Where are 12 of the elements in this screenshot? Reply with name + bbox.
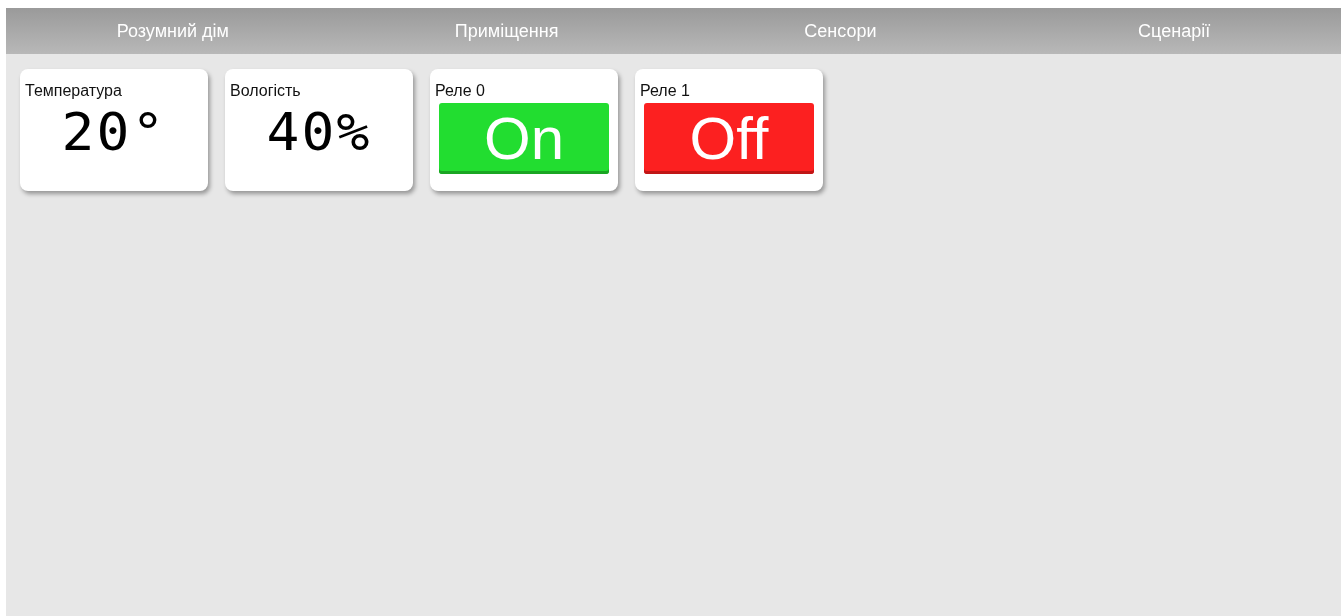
nav-link[interactable]: Сенсори <box>673 8 1008 54</box>
widget-title: Реле 0 <box>435 81 485 101</box>
sensor-reading: 40% <box>266 101 372 163</box>
widget-title: Вологість <box>230 81 301 101</box>
relay-toggle-button[interactable]: Off <box>644 103 814 174</box>
nav-link[interactable]: Розумний дім <box>6 8 340 54</box>
widget-title: Температура <box>25 81 122 101</box>
relay-toggle-button[interactable]: On <box>439 103 609 174</box>
nav-link[interactable]: Приміщення <box>339 8 674 54</box>
sensor-reading: 20° <box>61 101 167 163</box>
nav-link[interactable]: Сценарії <box>1007 8 1341 54</box>
widget-title: Реле 1 <box>640 81 690 101</box>
